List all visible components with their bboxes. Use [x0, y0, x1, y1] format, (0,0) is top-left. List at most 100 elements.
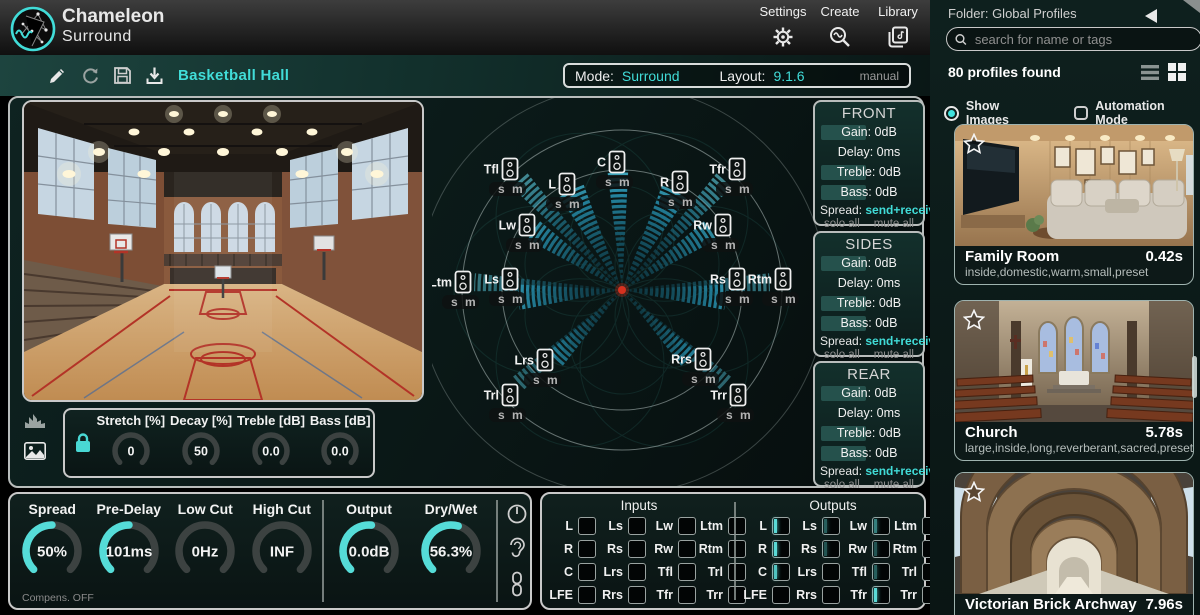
listener-dot[interactable]	[618, 286, 626, 294]
mute-all-button[interactable]: mute all	[874, 349, 914, 361]
mode-value[interactable]: Surround	[622, 68, 680, 84]
knob-treble-db[interactable]: Treble [dB]0.0	[237, 413, 305, 474]
mute-button[interactable]: m	[740, 408, 751, 422]
solo-button[interactable]: s	[771, 292, 778, 306]
mute-button[interactable]: m	[725, 238, 736, 252]
speaker-Trl[interactable]: Trlsm	[484, 385, 526, 423]
solo-all-button[interactable]: solo all	[824, 479, 860, 491]
group-spread[interactable]: Spread: send+receive	[820, 464, 918, 478]
solo-button[interactable]: s	[605, 175, 612, 189]
solo-button[interactable]: s	[498, 408, 505, 422]
speaker-Trr[interactable]: Trrsm	[710, 385, 754, 423]
solo-button[interactable]: s	[515, 238, 522, 252]
knob-dial[interactable]: 0.0	[248, 428, 294, 474]
mute-all-button[interactable]: mute all	[874, 218, 914, 230]
speaker-Ltm[interactable]: Ltmsm	[432, 272, 479, 310]
knob-dry-wet[interactable]: Dry/Wet56.3%	[418, 501, 484, 584]
group-slider-front-treble[interactable]: Treble: 0dB	[820, 163, 918, 182]
menu-library[interactable]: Library	[866, 4, 930, 49]
group-slider-rear-bass[interactable]: Bass: 0dB	[820, 444, 918, 463]
knob-dial[interactable]: 50%	[19, 518, 85, 584]
reload-icon[interactable]	[80, 65, 101, 86]
group-slider-rear-treble[interactable]: Treble: 0dB	[820, 424, 918, 443]
corner-fold-icon[interactable]	[1180, 0, 1200, 15]
knob-dial[interactable]: 56.3%	[418, 518, 484, 584]
solo-button[interactable]: s	[725, 182, 732, 196]
mute-button[interactable]: m	[739, 182, 750, 196]
save-icon[interactable]	[112, 65, 133, 86]
group-slider-rear-delay[interactable]: Delay: 0ms	[820, 404, 918, 423]
profile-card-archway[interactable]: Victorian Brick Archway 7.96s outside,lo…	[954, 472, 1194, 615]
group-slider-front-bass[interactable]: Bass: 0dB	[820, 183, 918, 202]
solo-button[interactable]: s	[555, 197, 562, 211]
gear-icon[interactable]	[771, 25, 795, 49]
latency-clock-icon[interactable]	[506, 503, 528, 525]
favorite-star-icon[interactable]	[963, 133, 985, 154]
mute-button[interactable]: m	[785, 292, 796, 306]
search-bar[interactable]	[946, 27, 1200, 51]
browser-scrollbar[interactable]	[1192, 356, 1197, 398]
knob-spread[interactable]: Spread50%	[19, 501, 85, 584]
group-slider-sides-bass[interactable]: Bass: 0dB	[820, 314, 918, 333]
mute-button[interactable]: m	[512, 408, 523, 422]
favorite-star-icon[interactable]	[963, 309, 985, 330]
mute-button[interactable]: m	[569, 197, 580, 211]
knob-dial[interactable]: 0Hz	[172, 518, 238, 584]
ear-monitor-icon[interactable]	[506, 536, 528, 560]
edit-pencil-icon[interactable]	[47, 65, 68, 86]
knob-dial[interactable]: 0	[108, 428, 154, 474]
back-arrow-icon[interactable]	[1145, 9, 1158, 23]
speaker-Tfl[interactable]: Tflsm	[484, 159, 526, 197]
layout-value[interactable]: 9.1.6	[773, 68, 804, 84]
profile-card-church[interactable]: Church 5.78s large,inside,long,reverbera…	[954, 300, 1194, 461]
manual-toggle[interactable]: manual	[860, 69, 899, 83]
mute-button[interactable]: m	[529, 238, 540, 252]
knob-dial[interactable]: 101ms	[96, 518, 162, 584]
solo-button[interactable]: s	[498, 182, 505, 196]
solo-button[interactable]: s	[498, 292, 505, 306]
menu-create[interactable]: Create	[808, 4, 872, 49]
knob-decay[interactable]: Decay [%]50	[170, 413, 232, 474]
link-chain-icon[interactable]	[509, 571, 525, 597]
compensation-toggle[interactable]: Compens. OFF	[22, 592, 94, 604]
group-slider-rear-gain[interactable]: Gain: 0dB	[820, 384, 918, 403]
knob-dial[interactable]: 50	[178, 428, 224, 474]
knob-output[interactable]: Output0.0dB	[336, 501, 402, 584]
group-slider-sides-gain[interactable]: Gain: 0dB	[820, 254, 918, 273]
knob-bass-db[interactable]: Bass [dB]0.0	[310, 413, 371, 474]
solo-button[interactable]: s	[691, 372, 698, 386]
solo-all-button[interactable]: solo all	[824, 349, 860, 361]
knob-stretch[interactable]: Stretch [%]0	[96, 413, 165, 474]
list-view-icon[interactable]	[1141, 65, 1159, 80]
solo-button[interactable]: s	[668, 195, 675, 209]
lock-icon[interactable]	[74, 432, 92, 454]
profile-card-family-room[interactable]: Family Room 0.42s inside,domestic,warm,s…	[954, 124, 1194, 285]
group-slider-front-delay[interactable]: Delay: 0ms	[820, 143, 918, 162]
image-view-icon[interactable]	[24, 442, 46, 460]
solo-button[interactable]: s	[533, 373, 540, 387]
knob-pre-delay[interactable]: Pre-Delay101ms	[96, 501, 162, 584]
show-images-radio[interactable]	[944, 106, 959, 121]
search-input[interactable]	[973, 31, 1193, 48]
group-slider-front-gain[interactable]: Gain: 0dB	[820, 123, 918, 142]
group-slider-sides-treble[interactable]: Treble: 0dB	[820, 294, 918, 313]
mute-button[interactable]: m	[465, 295, 476, 309]
waveform-view-icon[interactable]	[24, 412, 46, 430]
group-slider-sides-delay[interactable]: Delay: 0ms	[820, 274, 918, 293]
knob-dial[interactable]: 0.0dB	[336, 518, 402, 584]
mute-button[interactable]: m	[682, 195, 693, 209]
knob-dial[interactable]: INF	[249, 518, 315, 584]
mute-button[interactable]: m	[547, 373, 558, 387]
group-spread[interactable]: Spread: send+receive	[820, 334, 918, 348]
solo-all-button[interactable]: solo all	[824, 218, 860, 230]
solo-button[interactable]: s	[711, 238, 718, 252]
mute-button[interactable]: m	[512, 292, 523, 306]
magnifier-wave-icon[interactable]	[828, 25, 852, 49]
knob-low-cut[interactable]: Low Cut0Hz	[172, 501, 238, 584]
mute-button[interactable]: m	[739, 292, 750, 306]
solo-button[interactable]: s	[451, 295, 458, 309]
group-spread[interactable]: Spread: send+receive	[820, 203, 918, 217]
download-icon[interactable]	[144, 65, 165, 86]
solo-button[interactable]: s	[726, 408, 733, 422]
mute-button[interactable]: m	[705, 372, 716, 386]
